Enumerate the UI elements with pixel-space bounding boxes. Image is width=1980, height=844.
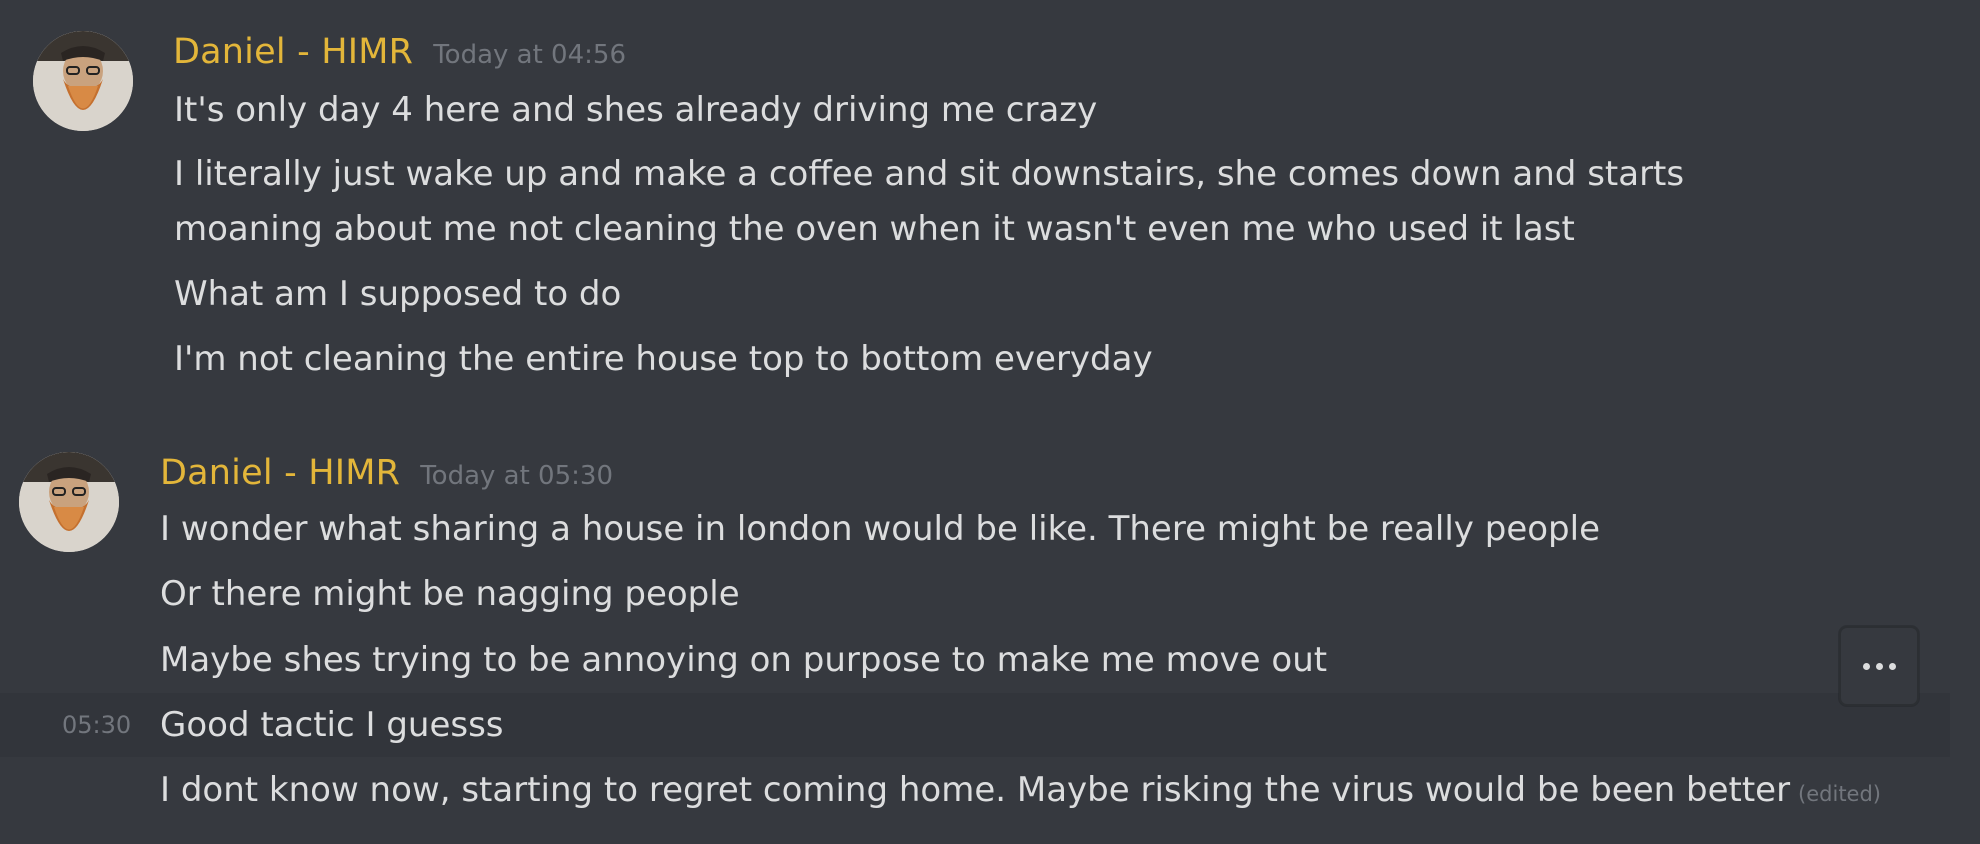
message-text: I wonder what sharing a house in london … (160, 509, 1600, 549)
message-text: I dont know now, starting to regret comi… (160, 770, 1791, 810)
message-text: Good tactic I guesss (160, 705, 504, 745)
username[interactable]: Daniel - HIMR (173, 32, 413, 72)
message-text: Or there might be nagging people (160, 574, 740, 614)
message-text: I literally just wake up and make a coff… (174, 154, 1685, 249)
message-text: I'm not cleaning the entire house top to… (174, 339, 1153, 379)
message-text: What am I supposed to do (174, 274, 622, 314)
avatar[interactable] (33, 31, 133, 131)
more-options-icon (1862, 662, 1870, 670)
message-timestamp[interactable]: Today at 04:56 (433, 40, 626, 70)
bearded-man-avatar-icon (33, 31, 133, 131)
message-timestamp[interactable]: Today at 05:30 (420, 461, 613, 491)
message-text: Maybe shes trying to be annoying on purp… (160, 640, 1328, 680)
username[interactable]: Daniel - HIMR (160, 453, 400, 493)
avatar[interactable] (19, 452, 119, 552)
bearded-man-avatar-icon (19, 452, 119, 552)
edited-label: (edited) (1798, 782, 1882, 806)
hover-timestamp[interactable]: 05:30 (62, 711, 131, 739)
more-options-button[interactable] (1839, 626, 1919, 706)
message-text: It's only day 4 here and shes already dr… (174, 90, 1098, 130)
more-options-icon (1875, 662, 1883, 670)
more-options-icon (1888, 662, 1896, 670)
message-text-edited: I dont know now, starting to regret comi… (160, 763, 1881, 822)
